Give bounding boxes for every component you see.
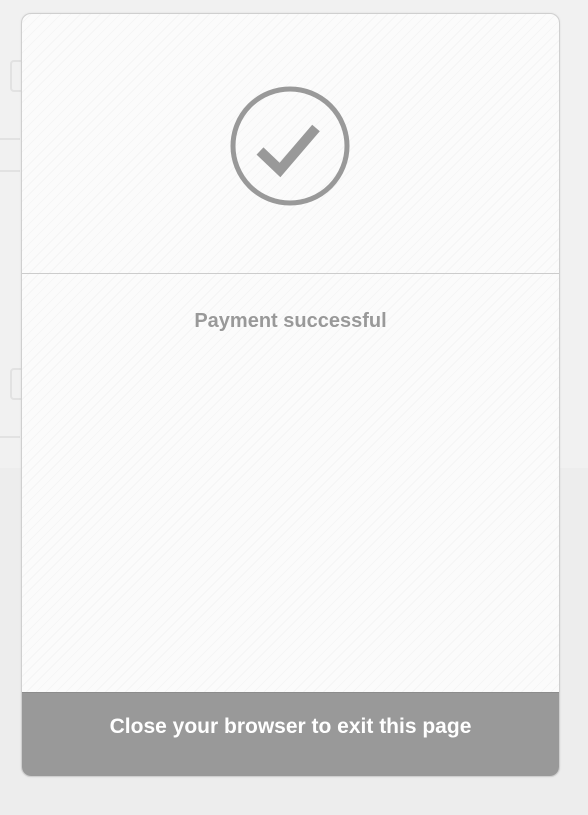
payment-status-dialog: Payment successful Close your browser to… (21, 13, 560, 777)
dialog-footer: Close your browser to exit this page (22, 692, 559, 776)
background-ghost-line (0, 170, 20, 172)
payment-status-message: Payment successful (194, 310, 387, 332)
background-ghost-line (0, 436, 20, 438)
dialog-header (22, 14, 559, 274)
check-circle-icon (230, 86, 350, 206)
background-ghost-line (0, 138, 20, 140)
footer-instruction: Close your browser to exit this page (109, 715, 472, 738)
